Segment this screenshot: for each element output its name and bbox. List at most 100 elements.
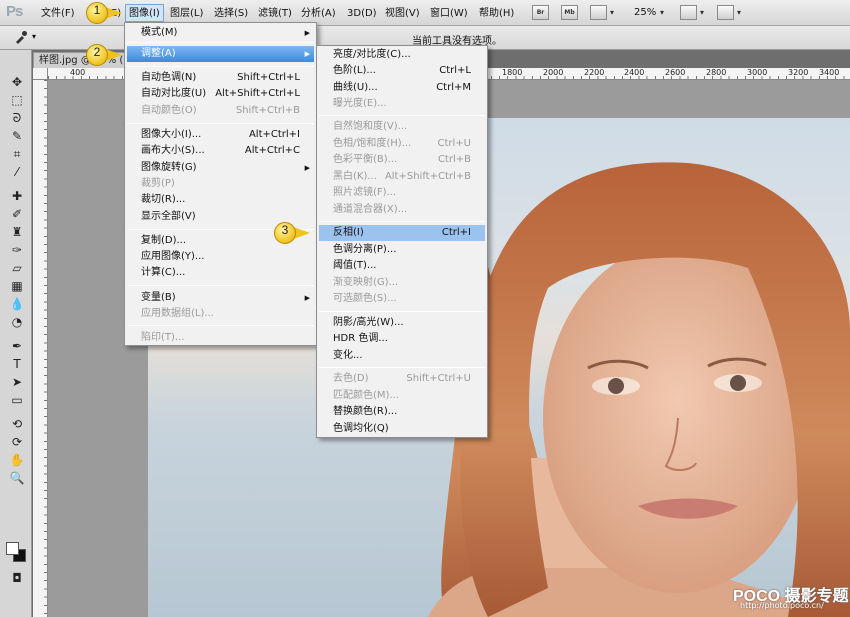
adjust-menu-item-label: 反相(I) [333, 227, 364, 238]
healing-brush-tool-icon[interactable]: ✚ [9, 188, 25, 204]
menu-filter[interactable]: 滤镜(T) [255, 6, 295, 21]
adjust-menu-item[interactable]: 阴影/高光(W)... [319, 315, 485, 331]
adjust-menu-item[interactable]: 曲线(U)... Ctrl+M [319, 80, 485, 96]
path-select-tool-icon[interactable]: ➤ [9, 374, 25, 390]
image-menu-item-label: 画布大小(S)... [141, 145, 205, 156]
screen-mode-button[interactable] [717, 5, 734, 20]
mini-bridge-button[interactable]: Mb [561, 5, 578, 20]
image-menu-item[interactable]: 变量(B) ▶ [127, 290, 314, 306]
history-brush-tool-icon[interactable]: ✑ [9, 242, 25, 258]
image-menu-dropdown: 模式(M) ▶ 调整(A) ▶ 自动色调(N) Shift+Ctrl+L 自动对比度(U) A… [124, 22, 317, 346]
gradient-tool-icon[interactable]: ▦ [9, 278, 25, 294]
quick-mask-icon[interactable]: ◘ [9, 570, 25, 586]
image-menu-item-label: 模式(M) [141, 27, 178, 38]
image-menu-item[interactable]: 裁切(R)... [127, 192, 314, 208]
menu-analysis[interactable]: 分析(A) [298, 6, 339, 21]
adjust-menu-item[interactable]: 亮度/对比度(C)... [319, 47, 485, 63]
menu-3d[interactable]: 3D(D) [344, 6, 380, 21]
chevron-down-icon[interactable]: ▾ [737, 8, 741, 17]
move-tool-icon[interactable]: ✥ [9, 74, 25, 90]
submenu-arrow-icon: ▶ [304, 29, 310, 37]
zoom-level[interactable]: 25% [634, 7, 656, 18]
menu-separator [127, 42, 314, 43]
eyedropper-icon[interactable] [14, 30, 28, 44]
view-extras-button[interactable] [590, 5, 607, 20]
image-menu-item[interactable]: 图像大小(I)... Alt+Ctrl+I [127, 127, 314, 143]
menu-layer[interactable]: 图层(L) [167, 6, 206, 21]
submenu-arrow-icon: ▶ [304, 164, 310, 172]
vertical-ruler[interactable] [33, 80, 48, 617]
eyedropper-tool-icon[interactable]: ⁄ [9, 164, 25, 180]
type-tool-icon[interactable]: T [9, 356, 25, 372]
marquee-tool-icon[interactable]: ⬚ [9, 92, 25, 108]
eraser-tool-icon[interactable]: ▱ [9, 260, 25, 276]
adjust-menu-item[interactable]: 替换颜色(R)... [319, 404, 485, 420]
adjust-menu-item-shortcut: Ctrl+M [436, 82, 471, 93]
arrange-documents-button[interactable] [680, 5, 697, 20]
adjust-menu-item-label: 色调均化(Q) [333, 423, 389, 434]
lasso-tool-icon[interactable]: ᘐ [9, 110, 25, 126]
dodge-tool-icon[interactable]: ◔ [9, 314, 25, 330]
menu-help[interactable]: 帮助(H) [476, 6, 517, 21]
adjust-menu-item[interactable]: 色调分离(P)... [319, 242, 485, 258]
hand-tool-icon[interactable]: ✋ [9, 452, 25, 468]
menu-window[interactable]: 窗口(W) [427, 6, 471, 21]
menu-separator [127, 66, 314, 67]
ruler-tick-label: 3200 [788, 68, 809, 77]
image-menu-item-label: 计算(C)... [141, 267, 186, 278]
image-menu-item-label: 裁切(R)... [141, 194, 186, 205]
image-menu-item[interactable]: 画布大小(S)... Alt+Ctrl+C [127, 143, 314, 159]
image-menu-item[interactable]: 调整(A) ▶ [127, 46, 314, 62]
adjust-menu-item: 通道混合器(X)... [319, 202, 485, 218]
menu-select[interactable]: 选择(S) [211, 6, 251, 21]
menu-separator [319, 311, 485, 312]
image-menu-item[interactable]: 自动色调(N) Shift+Ctrl+L [127, 70, 314, 86]
3d-orbit-tool-icon[interactable]: ⟳ [9, 434, 25, 450]
menu-separator [127, 285, 314, 286]
image-menu-item: 应用数据组(L)... [127, 306, 314, 322]
image-menu-item-shortcut: Shift+Ctrl+L [237, 72, 300, 83]
image-menu-item[interactable]: 图像旋转(G) ▶ [127, 160, 314, 176]
photoshop-logo: Ps [6, 3, 23, 20]
shape-tool-icon[interactable]: ▭ [9, 392, 25, 408]
adjust-menu-item-label: 自然饱和度(V)... [333, 121, 408, 132]
brush-tool-icon[interactable]: ✐ [9, 206, 25, 222]
image-menu-item[interactable]: 自动对比度(U) Alt+Shift+Ctrl+L [127, 86, 314, 102]
adjust-menu-item[interactable]: 反相(I) Ctrl+I [319, 225, 485, 241]
clone-stamp-tool-icon[interactable]: ♜ [9, 224, 25, 240]
3d-rotate-tool-icon[interactable]: ⟲ [9, 416, 25, 432]
quick-select-tool-icon[interactable]: ✎ [9, 128, 25, 144]
adjust-menu-item-label: 色调分离(P)... [333, 244, 397, 255]
bridge-button[interactable]: Br [532, 5, 549, 20]
zoom-tool-icon[interactable]: 🔍 [9, 470, 25, 486]
chevron-down-icon[interactable]: ▾ [700, 8, 704, 17]
chevron-down-icon[interactable]: ▾ [610, 8, 614, 17]
watermark-url: http://photo.poco.cn/ [740, 601, 824, 610]
image-menu-item[interactable]: 计算(C)... [127, 265, 314, 281]
image-menu-item: 陷印(T)... [127, 330, 314, 346]
adjust-menu-item[interactable]: 色阶(L)... Ctrl+L [319, 63, 485, 79]
menu-image[interactable]: 图像(I) [125, 4, 164, 22]
image-menu-item[interactable]: 应用图像(Y)... [127, 249, 314, 265]
adjust-menu-item[interactable]: 变化... [319, 348, 485, 364]
ruler-tick-label: 2000 [543, 68, 564, 77]
image-menu-item-label: 应用图像(Y)... [141, 251, 205, 262]
chevron-down-icon[interactable]: ▾ [32, 32, 36, 41]
adjust-menu-item[interactable]: 阈值(T)... [319, 258, 485, 274]
ruler-tick-label: 3000 [747, 68, 768, 77]
image-menu-item[interactable]: 模式(M) ▶ [127, 25, 314, 41]
adjust-menu-item[interactable]: 色调均化(Q) [319, 421, 485, 437]
foreground-color-swatch[interactable] [6, 542, 19, 555]
chevron-down-icon[interactable]: ▾ [660, 8, 664, 17]
image-menu-item-label: 调整(A) [141, 48, 176, 59]
ruler-origin[interactable] [33, 68, 48, 80]
image-menu-item-shortcut: Alt+Ctrl+C [244, 145, 300, 156]
crop-tool-icon[interactable]: ⌗ [9, 146, 25, 162]
adjust-menu-item-shortcut: Ctrl+L [439, 65, 471, 76]
menu-view[interactable]: 视图(V) [382, 6, 423, 21]
adjust-menu-item: 匹配颜色(M)... [319, 388, 485, 404]
pen-tool-icon[interactable]: ✒ [9, 338, 25, 354]
adjust-menu-item[interactable]: HDR 色调... [319, 331, 485, 347]
blur-tool-icon[interactable]: 💧 [9, 296, 25, 312]
menu-file[interactable]: 文件(F) [38, 6, 78, 21]
